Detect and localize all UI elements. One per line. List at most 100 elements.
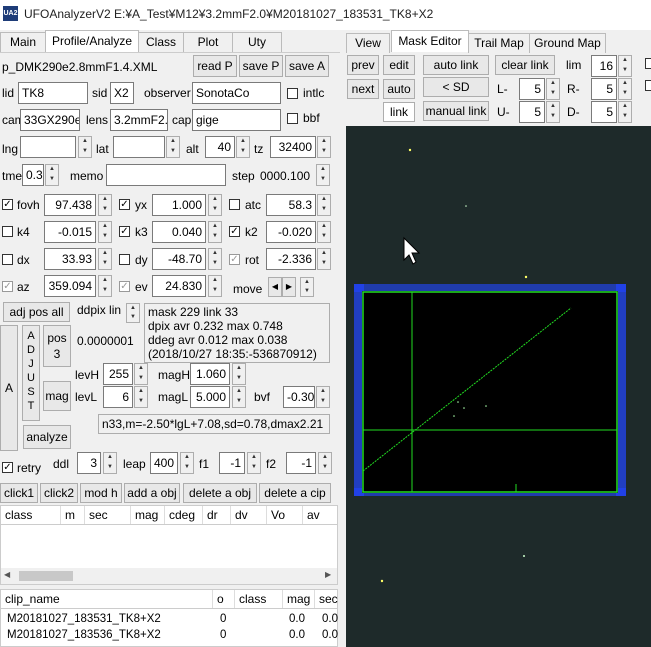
az-input[interactable]: 359.094 bbox=[44, 275, 96, 297]
col-clip-name[interactable]: clip_name bbox=[1, 590, 213, 608]
scroll-thumb[interactable] bbox=[19, 571, 73, 581]
dy-input[interactable]: -48.70 bbox=[152, 248, 206, 270]
levl-input[interactable]: 6 bbox=[103, 386, 133, 408]
magl-input[interactable]: 5.000 bbox=[190, 386, 230, 408]
tab-trail-map[interactable]: Trail Map bbox=[468, 33, 530, 53]
k2-checkbox[interactable]: ✓ bbox=[229, 226, 240, 237]
col-dr[interactable]: dr bbox=[203, 506, 231, 524]
click2-button[interactable]: click2 bbox=[40, 483, 78, 503]
dy-spinner[interactable]: ▲ ▼ bbox=[208, 248, 222, 270]
mod-h-button[interactable]: mod h bbox=[80, 483, 122, 503]
link-button[interactable]: link bbox=[383, 102, 415, 122]
lat-input[interactable] bbox=[113, 136, 165, 158]
d-spinner[interactable]: ▲ ▼ bbox=[618, 101, 632, 123]
leap-input[interactable]: 400 bbox=[150, 452, 178, 474]
col-clip-sec[interactable]: sec bbox=[315, 590, 338, 608]
rot-checkbox[interactable]: ✓ bbox=[229, 254, 240, 265]
lens-input[interactable]: 3.2mmF2.0 bbox=[110, 109, 168, 131]
yx-checkbox[interactable]: ✓ bbox=[119, 199, 130, 210]
adj-pos-all-button[interactable]: adj pos all bbox=[3, 302, 70, 322]
col-vo[interactable]: Vo bbox=[267, 506, 303, 524]
adjust-button[interactable]: ADJUST bbox=[22, 325, 40, 421]
tme-input[interactable]: 0.3 bbox=[22, 164, 44, 186]
f2-spinner[interactable]: ▲ ▼ bbox=[318, 452, 332, 474]
dx-checkbox[interactable] bbox=[2, 254, 13, 265]
f2-input[interactable]: -1 bbox=[286, 452, 316, 474]
ddl-spinner[interactable]: ▲ ▼ bbox=[103, 452, 117, 474]
mask-option-checkbox-1[interactable] bbox=[645, 58, 651, 69]
col-cdeg[interactable]: cdeg bbox=[165, 506, 203, 524]
mask-option-checkbox-2[interactable] bbox=[645, 80, 651, 91]
clip-row[interactable]: M20181027_183531_TK8+X2 0 0.0 0.0 bbox=[1, 612, 338, 626]
col-clip-class[interactable]: class bbox=[235, 590, 283, 608]
tz-input[interactable]: 32400 bbox=[270, 136, 316, 158]
lng-input[interactable] bbox=[20, 136, 76, 158]
delete-obj-button[interactable]: delete a obj bbox=[183, 483, 257, 503]
yx-spinner[interactable]: ▲ ▼ bbox=[208, 194, 222, 216]
fovh-input[interactable]: 97.438 bbox=[44, 194, 96, 216]
rot-input[interactable]: -2.336 bbox=[266, 248, 316, 270]
save-a-button[interactable]: save A bbox=[285, 55, 329, 77]
delete-cip-button[interactable]: delete a cip bbox=[259, 483, 331, 503]
levh-input[interactable]: 255 bbox=[103, 363, 133, 385]
u-input[interactable]: 5 bbox=[519, 101, 545, 123]
f1-spinner[interactable]: ▲ ▼ bbox=[247, 452, 261, 474]
k4-input[interactable]: -0.015 bbox=[44, 221, 96, 243]
atc-input[interactable]: 58.3 bbox=[266, 194, 316, 216]
col-av[interactable]: av bbox=[303, 506, 337, 524]
alt-spinner[interactable]: ▲ ▼ bbox=[236, 136, 250, 158]
tab-main[interactable]: Main bbox=[0, 32, 46, 52]
k3-input[interactable]: 0.040 bbox=[152, 221, 206, 243]
alt-input[interactable]: 40 bbox=[205, 136, 235, 158]
col-clip-mag[interactable]: mag bbox=[283, 590, 315, 608]
d-input[interactable]: 5 bbox=[591, 101, 617, 123]
scroll-left-icon[interactable]: ◀ bbox=[4, 570, 10, 579]
sky-image-viewer[interactable] bbox=[346, 126, 651, 647]
levh-spinner[interactable]: ▲ ▼ bbox=[134, 363, 148, 385]
memo-input[interactable] bbox=[106, 164, 226, 186]
pos3-button[interactable]: pos 3 bbox=[43, 325, 71, 367]
sd-button[interactable]: < SD bbox=[423, 77, 489, 97]
ev-input[interactable]: 24.830 bbox=[152, 275, 206, 297]
clip-table[interactable]: clip_name o class mag sec M20181027_1835… bbox=[0, 589, 338, 647]
click1-button[interactable]: click1 bbox=[0, 483, 38, 503]
rot-spinner[interactable]: ▲ ▼ bbox=[317, 248, 331, 270]
k4-spinner[interactable]: ▲ ▼ bbox=[98, 221, 112, 243]
edit-button[interactable]: edit bbox=[383, 55, 415, 75]
tme-spinner[interactable]: ▲ ▼ bbox=[45, 164, 59, 186]
observer-input[interactable]: SonotaCo bbox=[192, 82, 281, 104]
move-right-icon[interactable]: ▶ bbox=[282, 277, 296, 297]
atc-checkbox[interactable] bbox=[229, 199, 240, 210]
move-left-icon[interactable]: ◀ bbox=[268, 277, 282, 297]
object-table-hscrollbar[interactable]: ◀ ▶ bbox=[1, 568, 337, 584]
col-sec[interactable]: sec bbox=[85, 506, 131, 524]
col-dv[interactable]: dv bbox=[231, 506, 267, 524]
fovh-checkbox[interactable]: ✓ bbox=[2, 199, 13, 210]
col-o[interactable]: o bbox=[213, 590, 235, 608]
lid-input[interactable]: TK8 bbox=[18, 82, 88, 104]
cam-input[interactable]: 33GX290e bbox=[20, 109, 80, 131]
read-p-button[interactable]: read P bbox=[193, 55, 237, 77]
fovh-spinner[interactable]: ▲ ▼ bbox=[98, 194, 112, 216]
dx-input[interactable]: 33.93 bbox=[44, 248, 96, 270]
r-input[interactable]: 5 bbox=[591, 78, 617, 100]
tab-mask-editor[interactable]: Mask Editor bbox=[391, 30, 469, 52]
u-spinner[interactable]: ▲ ▼ bbox=[546, 101, 560, 123]
magh-input[interactable]: 1.060 bbox=[190, 363, 230, 385]
bvf-spinner[interactable]: ▲ ▼ bbox=[316, 386, 330, 408]
analyze-button[interactable]: analyze bbox=[23, 425, 71, 449]
yx-input[interactable]: 1.000 bbox=[152, 194, 206, 216]
levl-spinner[interactable]: ▲ ▼ bbox=[134, 386, 148, 408]
next-button[interactable]: next bbox=[347, 79, 379, 99]
col-mag[interactable]: mag bbox=[131, 506, 165, 524]
az-checkbox[interactable]: ✓ bbox=[2, 281, 13, 292]
k4-checkbox[interactable] bbox=[2, 226, 13, 237]
cap-input[interactable]: gige bbox=[192, 109, 281, 131]
az-spinner[interactable]: ▲ ▼ bbox=[98, 275, 112, 297]
ev-checkbox[interactable]: ✓ bbox=[119, 281, 130, 292]
lim-input[interactable]: 16 bbox=[591, 55, 617, 77]
l-spinner[interactable]: ▲ ▼ bbox=[546, 78, 560, 100]
lim-spinner[interactable]: ▲ ▼ bbox=[618, 55, 632, 77]
tab-uty[interactable]: Uty bbox=[232, 32, 282, 52]
l-input[interactable]: 5 bbox=[519, 78, 545, 100]
